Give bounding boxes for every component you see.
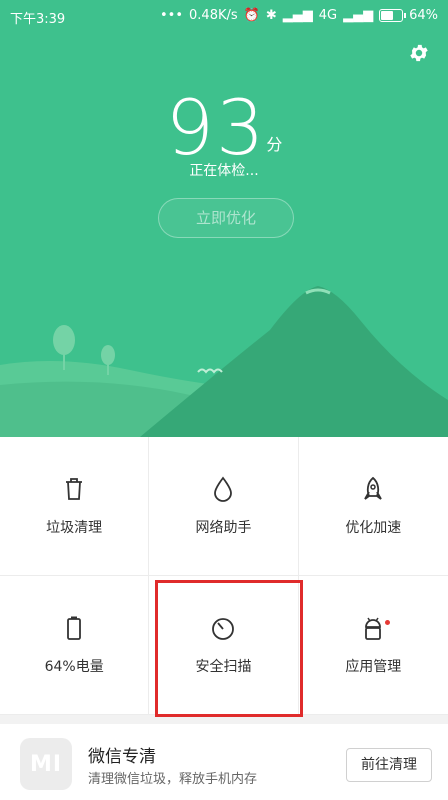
status-indicators: ••• 0.48K/s ⏰ ✱ ▂▄▆ 4G ▂▄▆ 64% (160, 8, 438, 23)
tool-label: 网络助手 (195, 520, 252, 536)
tool-label: 垃圾清理 (46, 520, 103, 536)
status-bar: 下午3:39 ••• 0.48K/s ⏰ ✱ ▂▄▆ 4G ▂▄▆ 64% (0, 0, 448, 32)
promo-subtitle: 清理微信垃圾，释放手机内存 (88, 772, 258, 787)
droplet-icon (214, 476, 233, 502)
rocket-icon (364, 476, 383, 500)
bluetooth-icon: ✱ (265, 8, 277, 23)
score-value: 93 (165, 83, 267, 172)
mi-logo-text: MI (29, 751, 63, 777)
promo-title: 微信专清 (88, 747, 156, 767)
gear-icon[interactable] (408, 42, 430, 64)
tool-app-manager[interactable]: 应用管理 (298, 576, 448, 715)
promo-card: MI 微信专清 清理微信垃圾，释放手机内存 前往清理 (0, 724, 448, 800)
dots-icon: ••• (160, 8, 184, 23)
scan-status: 正在体检... (189, 163, 259, 179)
landscape-illustration (0, 286, 448, 437)
mi-logo-icon: MI (20, 738, 72, 790)
scan-timer-icon (212, 618, 235, 640)
optimize-button[interactable]: 立即优化 (158, 198, 294, 238)
tool-label: 应用管理 (345, 659, 402, 675)
battery-percent: 64% (409, 8, 438, 23)
hero-panel: 下午3:39 ••• 0.48K/s ⏰ ✱ ▂▄▆ 4G ▂▄▆ 64% 93… (0, 0, 448, 437)
battery-icon (379, 9, 407, 22)
status-time: 下午3:39 (10, 12, 66, 27)
network-type: 4G (318, 8, 338, 23)
tool-junk-cleanup[interactable]: 垃圾清理 (0, 437, 150, 576)
tool-label: 64%电量 (44, 659, 104, 675)
alarm-icon: ⏰ (243, 8, 260, 23)
tool-security-scan[interactable]: 安全扫描 (149, 576, 299, 715)
notification-badge (385, 620, 391, 625)
tool-battery[interactable]: 64%电量 (0, 576, 150, 715)
battery-icon (67, 616, 82, 640)
go-clean-button[interactable]: 前往清理 (346, 748, 432, 782)
tools-grid: 垃圾清理 网络助手 优化加速 64%电量 安全扫描 应用管理 (0, 437, 448, 715)
signal-icon: ▂▄▆ (282, 8, 313, 23)
health-score: 93分 (0, 83, 448, 172)
network-speed: 0.48K/s (189, 8, 238, 23)
tool-network-assistant[interactable]: 网络助手 (149, 437, 299, 576)
tool-speed-boost[interactable]: 优化加速 (298, 437, 448, 576)
tool-label: 安全扫描 (195, 659, 252, 675)
android-icon (365, 617, 382, 640)
signal-icon-2: ▂▄▆ (343, 8, 374, 23)
score-unit: 分 (266, 135, 283, 154)
tool-label: 优化加速 (345, 520, 402, 536)
trash-icon (66, 478, 83, 500)
